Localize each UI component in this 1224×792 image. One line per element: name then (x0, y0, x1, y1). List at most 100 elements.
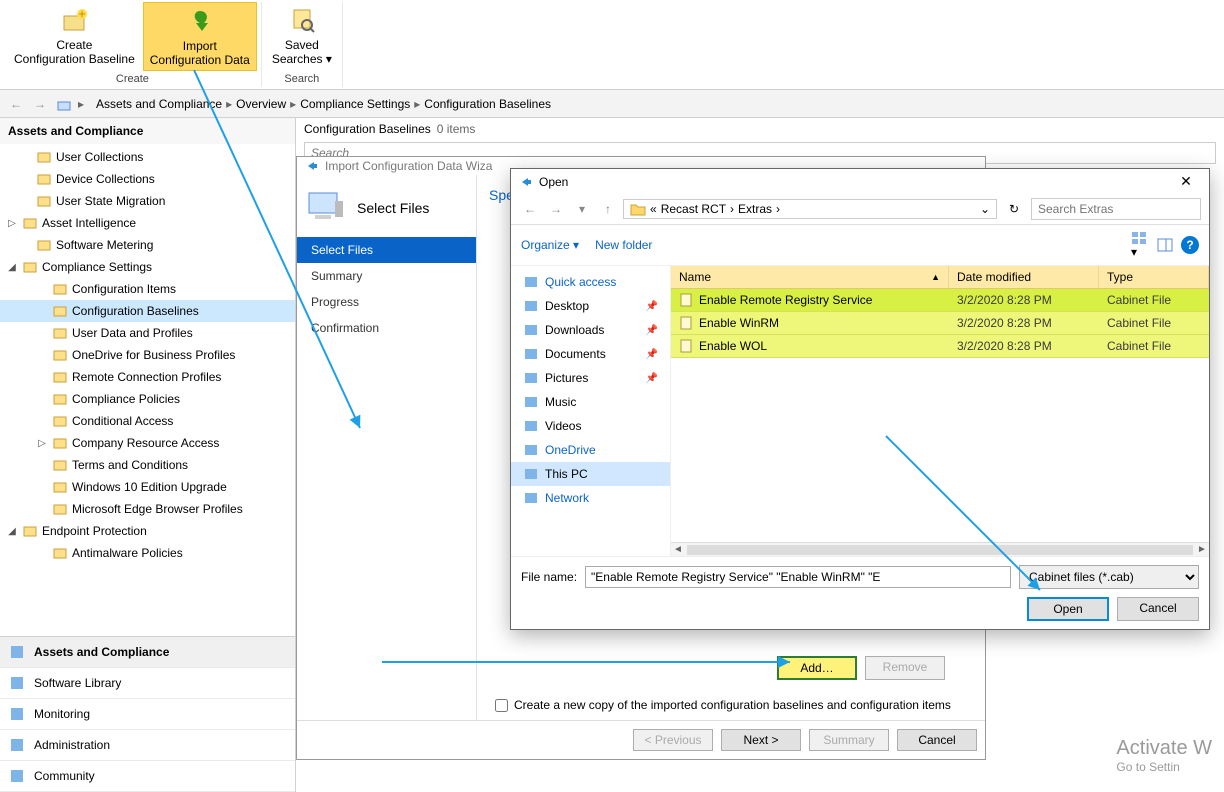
expander-icon[interactable]: ▷ (36, 438, 48, 449)
dialog-side-nav: Quick accessDesktopDownloadsDocumentsPic… (511, 266, 671, 556)
tree-item-user-collections[interactable]: User Collections (0, 146, 295, 168)
dialog-cancel-button[interactable]: Cancel (1117, 597, 1199, 621)
preview-pane-icon[interactable] (1157, 238, 1173, 252)
view-mode-icon[interactable]: ▾ (1131, 231, 1149, 259)
ribbon-btn-label: Saved Searches ▾ (272, 38, 332, 67)
nav-this-pc[interactable]: This PC (511, 462, 670, 486)
close-icon[interactable]: ✕ (1171, 173, 1201, 190)
dialog-recent-icon[interactable]: ▾ (571, 202, 593, 216)
tree-item-configuration-baselines[interactable]: Configuration Baselines (0, 300, 295, 322)
file-row[interactable]: Enable WOL3/2/2020 8:28 PMCabinet File (671, 335, 1209, 358)
nav-quick-access[interactable]: Quick access (511, 270, 670, 294)
path-segment[interactable]: Extras (738, 202, 772, 216)
horizontal-scrollbar[interactable]: ◄► (671, 542, 1209, 556)
tree-item-configuration-items[interactable]: Configuration Items (0, 278, 295, 300)
help-icon[interactable]: ? (1181, 236, 1199, 254)
nav-network[interactable]: Network (511, 486, 670, 510)
dialog-search-input[interactable] (1031, 198, 1201, 220)
wizard-step-progress[interactable]: Progress (297, 289, 476, 315)
tree-item-company-resource-access[interactable]: ▷Company Resource Access (0, 432, 295, 454)
dialog-back-icon[interactable]: ← (519, 202, 541, 216)
ribbon-btn-label: Import Configuration Data (150, 39, 250, 68)
tree-item-onedrive-for-business-profiles[interactable]: OneDrive for Business Profiles (0, 344, 295, 366)
sort-asc-icon: ▲ (931, 272, 940, 282)
tree-item-label: Windows 10 Edition Upgrade (72, 480, 227, 494)
open-dialog-nav: ← → ▾ ↑ « Recast RCT › Extras › ⌄ ↻ (511, 194, 1209, 225)
tree-item-device-collections[interactable]: Device Collections (0, 168, 295, 190)
nav-onedrive[interactable]: OneDrive (511, 438, 670, 462)
file-row[interactable]: Enable WinRM3/2/2020 8:28 PMCabinet File (671, 312, 1209, 335)
refresh-icon[interactable]: ↻ (1001, 202, 1027, 216)
wizard-next-button[interactable]: Next > (721, 729, 801, 751)
nav-videos[interactable]: Videos (511, 414, 670, 438)
wizard-step-select-files[interactable]: Select Files (297, 237, 476, 263)
activate-windows-watermark: Activate W Go to Settin (1116, 737, 1212, 774)
expander-icon[interactable]: ▷ (6, 218, 18, 229)
breadcrumb-item[interactable]: Configuration Baselines (424, 97, 551, 111)
filetype-filter[interactable]: Cabinet files (*.cab) (1019, 565, 1199, 589)
nav-music[interactable]: Music (511, 390, 670, 414)
file-row[interactable]: Enable Remote Registry Service3/2/2020 8… (671, 289, 1209, 312)
tree-item-software-metering[interactable]: Software Metering (0, 234, 295, 256)
saved-searches-button[interactable]: Saved Searches ▾ (266, 2, 338, 69)
breadcrumb: Assets and Compliance▸ Overview▸ Complia… (96, 97, 551, 111)
folder-icon (52, 435, 68, 451)
create-copy-checkbox[interactable] (495, 699, 508, 712)
wizard-cancel-button[interactable]: Cancel (897, 729, 977, 751)
organize-button[interactable]: Organize ▾ (521, 238, 579, 252)
breadcrumb-item[interactable]: Compliance Settings (300, 97, 410, 111)
nav-forward-icon[interactable]: → (30, 94, 50, 114)
nav-pictures[interactable]: Pictures (511, 366, 670, 390)
new-folder-button[interactable]: New folder (595, 238, 652, 252)
tree-item-label: Endpoint Protection (42, 524, 147, 538)
filename-input[interactable] (585, 566, 1011, 588)
tree-item-antimalware-policies[interactable]: Antimalware Policies (0, 542, 295, 564)
col-date[interactable]: Date modified (949, 266, 1099, 288)
nav-documents[interactable]: Documents (511, 342, 670, 366)
tree-item-compliance-policies[interactable]: Compliance Policies (0, 388, 295, 410)
workspace-assets-and-compliance[interactable]: Assets and Compliance (0, 637, 295, 668)
nav-back-icon[interactable]: ← (6, 94, 26, 114)
path-segment[interactable]: Recast RCT (661, 202, 726, 216)
baseline-new-icon (58, 4, 90, 36)
tree-item-microsoft-edge-browser-profiles[interactable]: Microsoft Edge Browser Profiles (0, 498, 295, 520)
workspace-administration[interactable]: Administration (0, 730, 295, 761)
breadcrumb-item[interactable]: Overview (236, 97, 286, 111)
tree-item-conditional-access[interactable]: Conditional Access (0, 410, 295, 432)
pics-icon (523, 370, 539, 386)
tree-item-label: Configuration Baselines (72, 304, 199, 318)
tree-item-remote-connection-profiles[interactable]: Remote Connection Profiles (0, 366, 295, 388)
create-configuration-baseline-button[interactable]: Create Configuration Baseline (8, 2, 141, 71)
path-dropdown-icon[interactable]: ⌄ (980, 202, 990, 216)
tree-item-label: Antimalware Policies (72, 546, 183, 560)
workspace-monitoring[interactable]: Monitoring (0, 699, 295, 730)
breadcrumb-item[interactable]: Assets and Compliance (96, 97, 222, 111)
expander-icon[interactable]: ◢ (6, 262, 18, 273)
tree-item-label: Configuration Items (72, 282, 176, 296)
workspace-community[interactable]: Community (0, 761, 295, 792)
wizard-summary-button: Summary (809, 729, 889, 751)
column-headers: Name▲ Date modified Type (671, 266, 1209, 289)
tree-item-windows-10-edition-upgrade[interactable]: Windows 10 Edition Upgrade (0, 476, 295, 498)
add-button[interactable]: Add… (777, 656, 857, 680)
tree-item-compliance-settings[interactable]: ◢Compliance Settings (0, 256, 295, 278)
tree-item-endpoint-protection[interactable]: ◢ Endpoint Protection (0, 520, 295, 542)
col-name[interactable]: Name▲ (671, 266, 949, 288)
tree-item-asset-intelligence[interactable]: ▷Asset Intelligence (0, 212, 295, 234)
tree-item-user-state-migration[interactable]: User State Migration (0, 190, 295, 212)
dialog-forward-icon[interactable]: → (545, 202, 567, 216)
wizard-step-summary[interactable]: Summary (297, 263, 476, 289)
workspace-software-library[interactable]: Software Library (0, 668, 295, 699)
dialog-up-icon[interactable]: ↑ (597, 202, 619, 216)
nav-desktop[interactable]: Desktop (511, 294, 670, 318)
nav-downloads[interactable]: Downloads (511, 318, 670, 342)
tree-item-user-data-and-profiles[interactable]: User Data and Profiles (0, 322, 295, 344)
open-button[interactable]: Open (1027, 597, 1109, 621)
wizard-step-confirmation[interactable]: Confirmation (297, 315, 476, 341)
nav-home-icon[interactable] (54, 94, 74, 114)
import-configuration-data-button[interactable]: Import Configuration Data (143, 2, 257, 71)
dialog-path[interactable]: « Recast RCT › Extras › ⌄ (623, 199, 997, 219)
tree-item-terms-and-conditions[interactable]: Terms and Conditions (0, 454, 295, 476)
expander-icon[interactable]: ◢ (6, 526, 18, 537)
col-type[interactable]: Type (1099, 266, 1209, 288)
